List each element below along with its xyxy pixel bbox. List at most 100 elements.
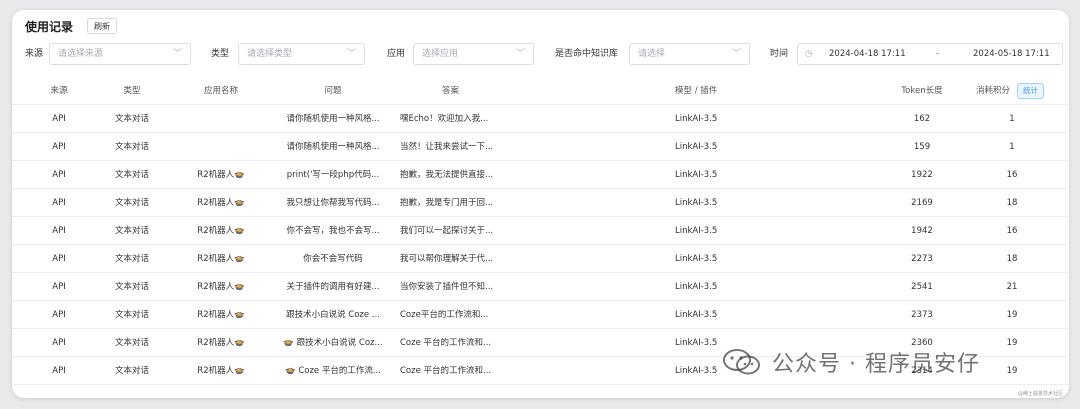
cell-token: 2169 — [911, 198, 933, 208]
clock-icon: ◷ — [805, 49, 813, 59]
cell-model: LinkAI-3.5 — [675, 226, 718, 236]
table-row[interactable]: API 文本对话 请你随机使用一种风格... 嘿Echo！欢迎加入我... LinkAI… — [12, 105, 1069, 133]
cell-answer: 当然！让我来尝试一下... — [400, 142, 494, 152]
cell-token: 2541 — [911, 282, 933, 292]
date-separator: - — [936, 49, 940, 59]
cell-model: LinkAI-3.5 — [675, 254, 718, 264]
source-label: 来源 — [25, 49, 44, 59]
cell-app: R2机器人🍲 — [197, 366, 245, 376]
table-row[interactable]: API 文本对话 R2机器人🍲 print('写一段php代码... 抱歉，我无法提供直… — [12, 161, 1069, 189]
app-select[interactable]: 选择应用 ﹀ — [413, 43, 534, 65]
page-title: 使用记录 — [25, 19, 74, 34]
cell-type: 文本对话 — [114, 282, 149, 292]
cell-type: 文本对话 — [114, 170, 149, 180]
cell-token: 162 — [913, 114, 931, 124]
cell-points: 16 — [1006, 226, 1018, 236]
cell-question: 我只想让你帮我写代码... — [286, 198, 380, 208]
table-row[interactable]: API 文本对话 R2机器人🍲 关于插件的调用有好建... 当你安装了插件但不知... L… — [12, 273, 1069, 301]
cell-source: API — [52, 254, 66, 264]
cell-question: 跟技术小白说说 Coze ... — [286, 310, 380, 320]
cell-type: 文本对话 — [114, 254, 149, 264]
cell-source: API — [52, 282, 66, 292]
col-question: 问题 — [324, 86, 342, 96]
cell-question: 🍲 跟技术小白说说 Coz... — [283, 338, 383, 348]
cell-app: R2机器人🍲 — [197, 226, 245, 236]
cell-answer: Coze平台的工作流和... — [400, 310, 489, 320]
header: 使用记录 刷新 — [25, 16, 118, 36]
kb-placeholder: 请选择 — [638, 49, 666, 59]
usage-records-panel: 使用记录 刷新 来源 请选择来源 ﹀ 类型 请选择类型 ﹀ 应用 选择应用 ﹀ … — [12, 10, 1069, 398]
stat-button[interactable]: 统计 — [1017, 83, 1044, 99]
time-label: 时间 — [770, 49, 789, 59]
cell-app: R2机器人🍲 — [197, 282, 245, 292]
cell-source: API — [52, 338, 66, 348]
cell-question: print('写一段php代码... — [286, 170, 380, 180]
cell-app: R2机器人🍲 — [197, 338, 245, 348]
cell-token: 1942 — [911, 226, 933, 236]
col-points: 消耗积分 — [976, 86, 1011, 96]
cell-answer: 当你安装了插件但不知... — [400, 282, 494, 292]
col-app: 应用名称 — [203, 86, 238, 96]
usage-table: 来源 类型 应用名称 问题 答案 模型 / 插件 Token长度 消耗积分 统计… — [12, 77, 1069, 385]
cell-model: LinkAI-3.5 — [675, 310, 718, 320]
table-row[interactable]: API 文本对话 R2机器人🍲 跟技术小白说说 Coze ... Coze平台的工作流和… — [12, 301, 1069, 329]
cell-question: 请你随机使用一种风格... — [286, 114, 380, 124]
cell-type: 文本对话 — [114, 142, 149, 152]
table-row[interactable]: API 文本对话 请你随机使用一种风格... 当然！让我来尝试一下... LinkAI-… — [12, 133, 1069, 161]
cell-points: 1 — [1009, 114, 1015, 124]
cell-token: 2373 — [911, 310, 933, 320]
cell-question: 🍲 Coze 平台的工作流... — [285, 366, 381, 376]
cell-points: 18 — [1006, 254, 1018, 264]
cell-token: 2273 — [911, 254, 933, 264]
cell-source: API — [52, 142, 66, 152]
cell-app: R2机器人🍲 — [197, 254, 245, 264]
col-token: Token长度 — [901, 86, 943, 96]
kb-select[interactable]: 请选择 ﹀ — [629, 43, 750, 65]
filter-bar: 来源 请选择来源 ﹀ 类型 请选择类型 ﹀ 应用 选择应用 ﹀ 是否命中知识库 … — [25, 43, 1065, 65]
type-select[interactable]: 请选择类型 ﹀ — [238, 43, 365, 65]
refresh-button[interactable]: 刷新 — [87, 18, 118, 34]
cell-model: LinkAI-3.5 — [675, 142, 718, 152]
cell-app: R2机器人🍲 — [197, 170, 245, 180]
watermark: 公众号 · 程序员安仔 — [722, 346, 980, 378]
cell-answer: 抱歉，我无法提供直接... — [400, 170, 494, 180]
cell-answer: 我可以帮你理解关于代... — [400, 254, 494, 264]
cell-answer: 我们可以一起探讨关于... — [400, 226, 494, 236]
cell-points: 21 — [1006, 282, 1018, 292]
cell-points: 19 — [1006, 310, 1018, 320]
kb-label: 是否命中知识库 — [555, 49, 619, 59]
cell-points: 19 — [1006, 366, 1018, 376]
cell-points: 16 — [1006, 170, 1018, 180]
cell-model: LinkAI-3.5 — [675, 198, 718, 208]
cell-type: 文本对话 — [114, 310, 149, 320]
cell-answer: Coze 平台的工作流和... — [400, 338, 492, 348]
source-select[interactable]: 请选择来源 ﹀ — [49, 43, 191, 65]
cell-source: API — [52, 366, 66, 376]
chevron-down-icon: ﹀ — [515, 49, 525, 59]
table-row[interactable]: API 文本对话 R2机器人🍲 你会不会写代码 我可以帮你理解关于代... LinkAI-… — [12, 245, 1069, 273]
table-header: 来源 类型 应用名称 问题 答案 模型 / 插件 Token长度 消耗积分 统计 — [12, 77, 1069, 105]
cell-model: LinkAI-3.5 — [675, 282, 718, 292]
cell-token: 1922 — [911, 170, 933, 180]
cell-app — [180, 133, 262, 161]
table-row[interactable]: API 文本对话 R2机器人🍲 你不会写，我也不会写... 我们可以一起探讨关于... L… — [12, 217, 1069, 245]
cell-source: API — [52, 310, 66, 320]
table-row[interactable]: API 文本对话 R2机器人🍲 我只想让你帮我写代码... 抱歉，我是专门用于回... L… — [12, 189, 1069, 217]
type-label: 类型 — [211, 49, 230, 59]
col-type: 类型 — [123, 86, 141, 96]
cell-question: 你会不会写代码 — [303, 254, 363, 264]
date-end[interactable]: 2024-05-18 17:11 — [973, 44, 1050, 64]
date-start[interactable]: 2024-04-18 17:11 — [829, 44, 906, 64]
cell-token: 159 — [913, 142, 931, 152]
app-label: 应用 — [387, 49, 406, 59]
col-source: 来源 — [50, 86, 68, 96]
cell-points: 18 — [1006, 198, 1018, 208]
cell-answer: 嘿Echo！欢迎加入我... — [400, 114, 489, 124]
watermark-sub: @稀土掘金技术社区 — [1017, 391, 1063, 397]
date-range-picker[interactable]: ◷ 2024-04-18 17:11 - 2024-05-18 17:11 — [797, 43, 1063, 65]
cell-question: 关于插件的调用有好建... — [286, 282, 380, 292]
cell-answer: 抱歉，我是专门用于回... — [400, 198, 494, 208]
cell-points: 19 — [1006, 338, 1018, 348]
cell-model: LinkAI-3.5 — [675, 114, 718, 124]
chevron-down-icon: ﹀ — [172, 49, 182, 59]
